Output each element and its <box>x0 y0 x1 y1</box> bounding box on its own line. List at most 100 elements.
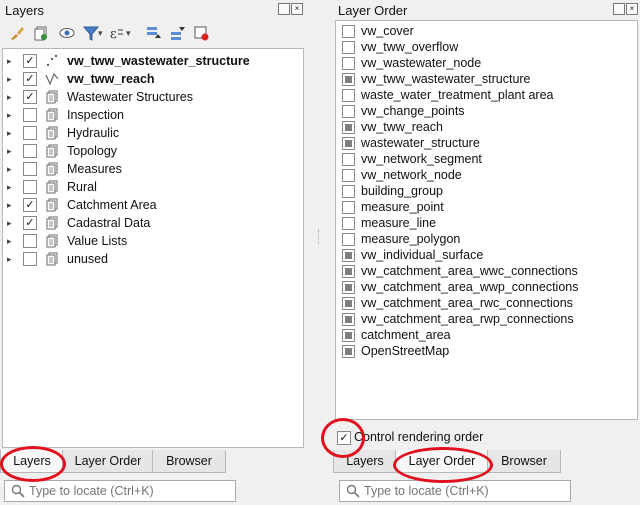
expand-arrow-icon[interactable]: ▸ <box>7 55 15 67</box>
tab-layers[interactable]: Layers <box>0 450 64 473</box>
layer-tree-row[interactable]: ▸ Rural <box>3 178 301 196</box>
layer-tree[interactable]: ▸ ✓ vw_tww_wastewater_structure ▸ ✓ vw_tww_re… <box>2 48 304 448</box>
layer-order-item[interactable]: vw_tww_overflow <box>336 39 635 55</box>
layer-visibility-checkbox[interactable]: ✓ <box>23 198 37 212</box>
layer-tree-row[interactable]: ▸ ✓ Cadastral Data <box>3 214 301 232</box>
expand-all-icon[interactable] <box>144 24 162 42</box>
layer-tree-row[interactable]: ▸ Measures <box>3 160 301 178</box>
splitter-grip[interactable] <box>318 230 321 244</box>
layer-order-checkbox[interactable] <box>342 217 355 230</box>
layer-visibility-checkbox[interactable] <box>23 108 37 122</box>
layer-order-item[interactable]: vw_catchment_area_wwp_connections <box>336 279 635 295</box>
layer-tree-row[interactable]: ▸ unused <box>3 250 301 268</box>
layer-visibility-checkbox[interactable]: ✓ <box>23 216 37 230</box>
tab-layers[interactable]: Layers <box>333 450 397 473</box>
layer-order-list[interactable]: vw_cover vw_tww_overflow vw_wastewater_nod… <box>335 20 638 420</box>
layer-order-checkbox[interactable] <box>342 345 355 358</box>
expand-arrow-icon[interactable]: ▸ <box>7 217 15 229</box>
layer-visibility-checkbox[interactable]: ✓ <box>23 90 37 104</box>
layer-order-item[interactable]: vw_cover <box>336 23 635 39</box>
expand-arrow-icon[interactable]: ▸ <box>7 181 15 193</box>
layers-locate-input[interactable] <box>29 482 219 499</box>
layer-order-checkbox[interactable] <box>342 25 355 38</box>
layer-order-item[interactable]: vw_catchment_area_rwc_connections <box>336 295 635 311</box>
expand-arrow-icon[interactable]: ▸ <box>7 163 15 175</box>
layer-order-item[interactable]: vw_catchment_area_rwp_connections <box>336 311 635 327</box>
layer-order-item[interactable]: waste_water_treatment_plant area <box>336 87 635 103</box>
style-brush-icon[interactable] <box>8 24 26 42</box>
add-group-icon[interactable] <box>32 24 50 42</box>
layer-visibility-checkbox[interactable]: ✓ <box>23 54 37 68</box>
layer-order-item[interactable]: vw_catchment_area_wwc_connections <box>336 263 635 279</box>
layer-tree-row[interactable]: ▸ Topology <box>3 142 301 160</box>
layer-order-checkbox[interactable] <box>342 153 355 166</box>
layer-tree-row[interactable]: ▸ Hydraulic <box>3 124 301 142</box>
layer-order-locate-input[interactable] <box>364 482 554 499</box>
layer-order-checkbox[interactable] <box>342 329 355 342</box>
close-panel-icon[interactable]: × <box>626 3 638 15</box>
float-panel-icon[interactable] <box>278 3 290 15</box>
expand-arrow-icon[interactable]: ▸ <box>7 145 15 157</box>
layer-tree-row[interactable]: ▸ ✓ Catchment Area <box>3 196 301 214</box>
layer-order-checkbox[interactable] <box>342 121 355 134</box>
layer-order-checkbox[interactable] <box>342 57 355 70</box>
tab-browser[interactable]: Browser <box>487 450 561 473</box>
layer-order-item[interactable]: building_group <box>336 183 635 199</box>
visibility-eye-icon[interactable] <box>58 24 76 42</box>
layer-order-checkbox[interactable] <box>342 233 355 246</box>
layer-order-checkbox[interactable] <box>342 169 355 182</box>
layer-order-checkbox[interactable] <box>342 265 355 278</box>
layer-order-item[interactable]: measure_polygon <box>336 231 635 247</box>
control-rendering-order[interactable]: ✓ Control rendering order <box>337 430 637 446</box>
expand-arrow-icon[interactable]: ▸ <box>7 235 15 247</box>
layer-order-item[interactable]: wastewater_structure <box>336 135 635 151</box>
expand-arrow-icon[interactable]: ▸ <box>7 73 15 85</box>
layer-order-item[interactable]: OpenStreetMap <box>336 343 635 359</box>
layer-order-checkbox[interactable] <box>342 201 355 214</box>
layer-order-item[interactable]: vw_network_node <box>336 167 635 183</box>
layer-order-checkbox[interactable] <box>342 185 355 198</box>
layer-visibility-checkbox[interactable]: ✓ <box>23 72 37 86</box>
layer-visibility-checkbox[interactable] <box>23 144 37 158</box>
expand-arrow-icon[interactable]: ▸ <box>7 199 15 211</box>
control-rendering-order-checkbox[interactable]: ✓ <box>337 431 351 445</box>
layer-order-item[interactable]: vw_tww_wastewater_structure <box>336 71 635 87</box>
tab-browser[interactable]: Browser <box>152 450 226 473</box>
layer-tree-row[interactable]: ▸ Inspection <box>3 106 301 124</box>
layer-visibility-checkbox[interactable] <box>23 162 37 176</box>
layer-order-checkbox[interactable] <box>342 73 355 86</box>
layer-visibility-checkbox[interactable] <box>23 180 37 194</box>
expand-arrow-icon[interactable]: ▸ <box>7 91 15 103</box>
layer-order-item[interactable]: catchment_area <box>336 327 635 343</box>
layer-order-item[interactable]: measure_line <box>336 215 635 231</box>
layer-order-item[interactable]: vw_change_points <box>336 103 635 119</box>
expand-arrow-icon[interactable]: ▸ <box>7 127 15 139</box>
layer-order-checkbox[interactable] <box>342 249 355 262</box>
tab-layer-order[interactable]: Layer Order <box>395 450 489 473</box>
collapse-all-icon[interactable] <box>168 24 186 42</box>
expand-arrow-icon[interactable]: ▸ <box>7 253 15 265</box>
float-panel-icon[interactable] <box>613 3 625 15</box>
layer-order-checkbox[interactable] <box>342 41 355 54</box>
close-panel-icon[interactable]: × <box>291 3 303 15</box>
tab-layer-order[interactable]: Layer Order <box>62 450 154 473</box>
layer-visibility-checkbox[interactable] <box>23 252 37 266</box>
layer-order-item[interactable]: vw_wastewater_node <box>336 55 635 71</box>
expression-filter-icon[interactable]: ε <box>108 24 126 42</box>
layer-tree-row[interactable]: ▸ ✓ vw_tww_wastewater_structure <box>3 52 301 70</box>
layer-order-checkbox[interactable] <box>342 297 355 310</box>
layer-order-checkbox[interactable] <box>342 281 355 294</box>
layer-order-checkbox[interactable] <box>342 313 355 326</box>
layers-locate-search[interactable] <box>4 480 236 502</box>
layer-order-checkbox[interactable] <box>342 137 355 150</box>
layer-order-item[interactable]: vw_individual_surface <box>336 247 635 263</box>
layer-tree-row[interactable]: ▸ ✓ vw_tww_reach <box>3 70 301 88</box>
layer-order-locate-search[interactable] <box>339 480 571 502</box>
layer-tree-row[interactable]: ▸ Value Lists <box>3 232 301 250</box>
expression-dropdown-chevron-icon[interactable]: ▾ <box>126 24 144 42</box>
layer-order-item[interactable]: vw_tww_reach <box>336 119 635 135</box>
panel-splitter[interactable] <box>306 0 333 505</box>
layer-visibility-checkbox[interactable] <box>23 234 37 248</box>
layer-order-item[interactable]: vw_network_segment <box>336 151 635 167</box>
layer-visibility-checkbox[interactable] <box>23 126 37 140</box>
